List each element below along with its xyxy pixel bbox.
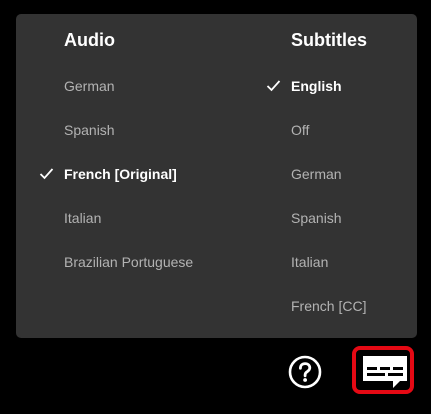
subtitle-option-italian[interactable]: Italian — [291, 240, 366, 284]
help-button[interactable] — [288, 355, 322, 389]
subtitles-icon — [363, 356, 407, 388]
subtitle-option-german[interactable]: German — [291, 152, 366, 196]
audio-option-label: Italian — [64, 210, 102, 226]
audio-option-brazilian-portuguese[interactable]: Brazilian Portuguese — [64, 240, 193, 284]
audio-option-german[interactable]: German — [64, 64, 193, 108]
audio-subtitles-panel: Audio German Spanish French [Original] I… — [16, 14, 417, 338]
audio-option-label: French [Original] — [64, 166, 177, 182]
audio-option-french-original[interactable]: French [Original] — [39, 152, 193, 196]
audio-option-italian[interactable]: Italian — [64, 196, 193, 240]
audio-list: German Spanish French [Original] Italian… — [39, 64, 193, 284]
subtitle-option-spanish[interactable]: Spanish — [291, 196, 366, 240]
help-circle-icon — [288, 355, 322, 389]
audio-option-label: Brazilian Portuguese — [64, 254, 194, 270]
audio-option-label: Spanish — [64, 122, 115, 138]
check-icon — [39, 152, 55, 196]
subtitle-option-label: French [CC] — [291, 298, 367, 314]
subtitle-option-off[interactable]: Off — [291, 108, 366, 152]
subtitle-option-label: Spanish — [291, 210, 342, 226]
subtitle-option-label: English — [291, 78, 342, 94]
audio-option-spanish[interactable]: Spanish — [64, 108, 193, 152]
check-icon — [266, 64, 282, 108]
audio-header: Audio — [64, 30, 115, 50]
subtitle-option-label: German — [291, 166, 342, 182]
audio-option-label: German — [64, 78, 115, 94]
subtitle-option-label: Italian — [291, 254, 329, 270]
subtitle-option-french-cc[interactable]: French [CC] — [291, 284, 366, 328]
subtitles-header: Subtitles — [291, 30, 368, 50]
subtitle-option-english[interactable]: English — [266, 64, 366, 108]
subtitles-button[interactable] — [352, 346, 414, 394]
subtitle-option-label: Off — [291, 122, 310, 138]
subtitles-list: English Off German Spanish Italian Frenc… — [266, 64, 366, 328]
